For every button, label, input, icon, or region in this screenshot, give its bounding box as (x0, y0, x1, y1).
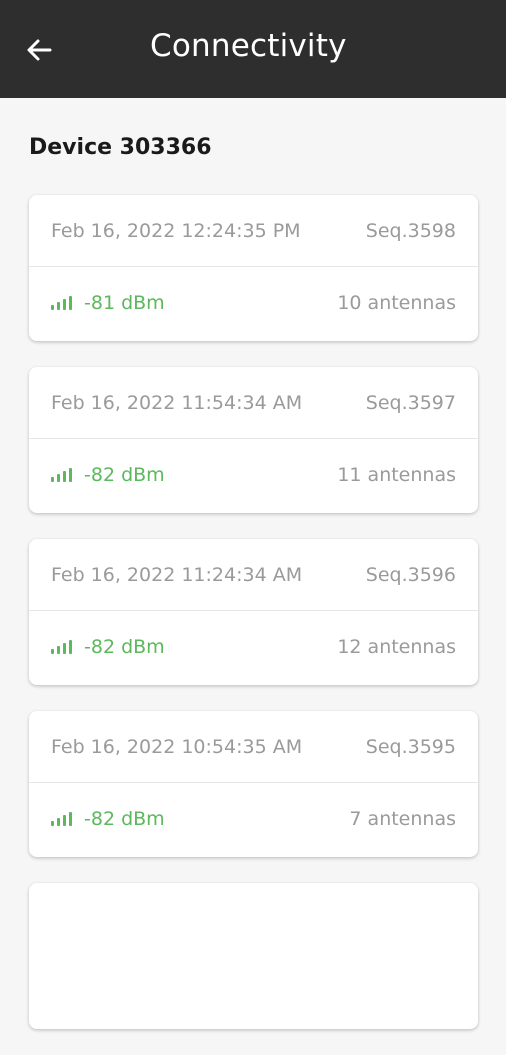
page-title: Connectivity (150, 28, 347, 64)
signal-bars-icon (51, 812, 72, 826)
signal-value: -82 dBm (84, 636, 165, 658)
antenna-count: 12 antennas (337, 636, 456, 658)
sequence-number: Seq.3598 (365, 219, 456, 242)
timestamp: Feb 16, 2022 10:54:35 AM (51, 735, 303, 758)
signal-strength: -81 dBm (51, 292, 165, 314)
timestamp: Feb 16, 2022 11:24:34 AM (51, 563, 303, 586)
card-header: Feb 16, 2022 12:24:35 PM Seq.3598 (29, 195, 478, 267)
signal-value: -82 dBm (84, 808, 165, 830)
card-details: -82 dBm 11 antennas (29, 439, 478, 511)
card-details: -81 dBm 10 antennas (29, 267, 478, 339)
sequence-number: Seq.3597 (365, 391, 456, 414)
connectivity-list: Feb 16, 2022 12:24:35 PM Seq.3598 -81 dB… (29, 195, 478, 1055)
card-header: Feb 16, 2022 10:54:35 AM Seq.3595 (29, 711, 478, 783)
timestamp: Feb 16, 2022 11:54:34 AM (51, 391, 303, 414)
connectivity-card[interactable]: Feb 16, 2022 12:24:35 PM Seq.3598 -81 dB… (29, 195, 478, 341)
signal-strength: -82 dBm (51, 636, 165, 658)
signal-value: -81 dBm (84, 292, 165, 314)
antenna-count: 11 antennas (337, 464, 456, 486)
connectivity-card-partial[interactable] (29, 883, 478, 1029)
card-details: -82 dBm 12 antennas (29, 611, 478, 683)
signal-bars-icon (51, 296, 72, 310)
connectivity-card[interactable]: Feb 16, 2022 10:54:35 AM Seq.3595 -82 dB… (29, 711, 478, 857)
card-header: Feb 16, 2022 11:54:34 AM Seq.3597 (29, 367, 478, 439)
back-button[interactable] (22, 33, 56, 67)
connectivity-card[interactable]: Feb 16, 2022 11:24:34 AM Seq.3596 -82 dB… (29, 539, 478, 685)
sequence-number: Seq.3595 (365, 735, 456, 758)
card-header: Feb 16, 2022 11:24:34 AM Seq.3596 (29, 539, 478, 611)
signal-bars-icon (51, 640, 72, 654)
sequence-number: Seq.3596 (365, 563, 456, 586)
antenna-count: 7 antennas (349, 808, 456, 830)
signal-strength: -82 dBm (51, 464, 165, 486)
antenna-count: 10 antennas (337, 292, 456, 314)
signal-strength: -82 dBm (51, 808, 165, 830)
device-title: Device 303366 (29, 135, 212, 160)
timestamp: Feb 16, 2022 12:24:35 PM (51, 219, 301, 242)
connectivity-card[interactable]: Feb 16, 2022 11:54:34 AM Seq.3597 -82 dB… (29, 367, 478, 513)
app-bar: Connectivity (0, 0, 506, 98)
signal-bars-icon (51, 468, 72, 482)
card-details: -82 dBm 7 antennas (29, 783, 478, 855)
signal-value: -82 dBm (84, 464, 165, 486)
arrow-left-icon (27, 39, 52, 61)
